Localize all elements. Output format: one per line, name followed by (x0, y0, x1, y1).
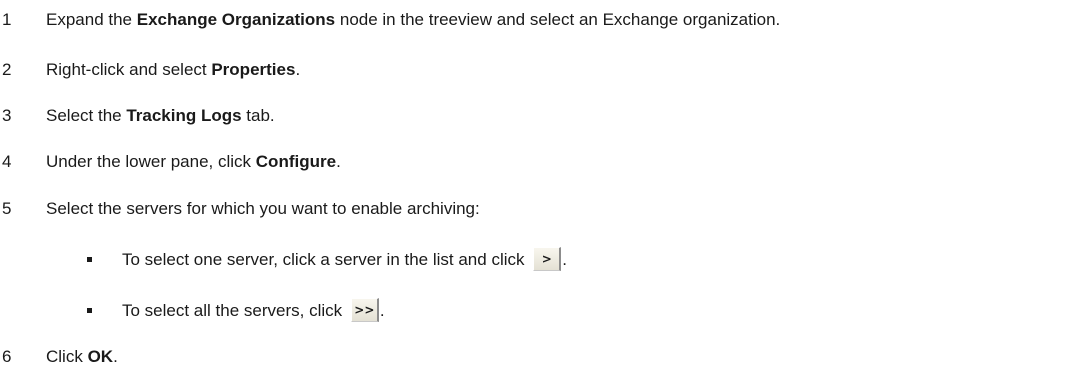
ui-term-configure: Configure (255, 152, 337, 171)
step-text: Select the servers for which you want to… (46, 199, 480, 218)
bullet-icon (87, 257, 92, 262)
step-text: Expand the Exchange Organizations node i… (46, 10, 781, 29)
step-text: Under the lower pane, click Configure. (46, 152, 341, 171)
bullet-icon (87, 308, 92, 313)
ui-term-properties: Properties (211, 60, 296, 79)
add-server-button-image: > (533, 246, 562, 271)
step-number: 6 (2, 347, 12, 366)
substep-text: To select one server, click a server in … (122, 246, 567, 273)
ui-term-exchange-organizations: Exchange Organizations (136, 10, 336, 29)
step-number: 4 (2, 152, 12, 171)
step-number: 5 (2, 199, 12, 218)
step-text: Click OK. (46, 347, 118, 366)
ui-term-ok: OK (87, 347, 114, 366)
step-number: 3 (2, 106, 12, 125)
ui-term-tracking-logs: Tracking Logs (126, 106, 242, 125)
step-text: Right-click and select Properties. (46, 60, 301, 79)
step-number: 2 (2, 60, 12, 79)
add-all-servers-button-image: >> (350, 297, 379, 322)
substep-text: To select all the servers, click >>. (122, 297, 385, 324)
step-text: Select the Tracking Logs tab. (46, 106, 275, 125)
step-number: 1 (2, 10, 12, 29)
